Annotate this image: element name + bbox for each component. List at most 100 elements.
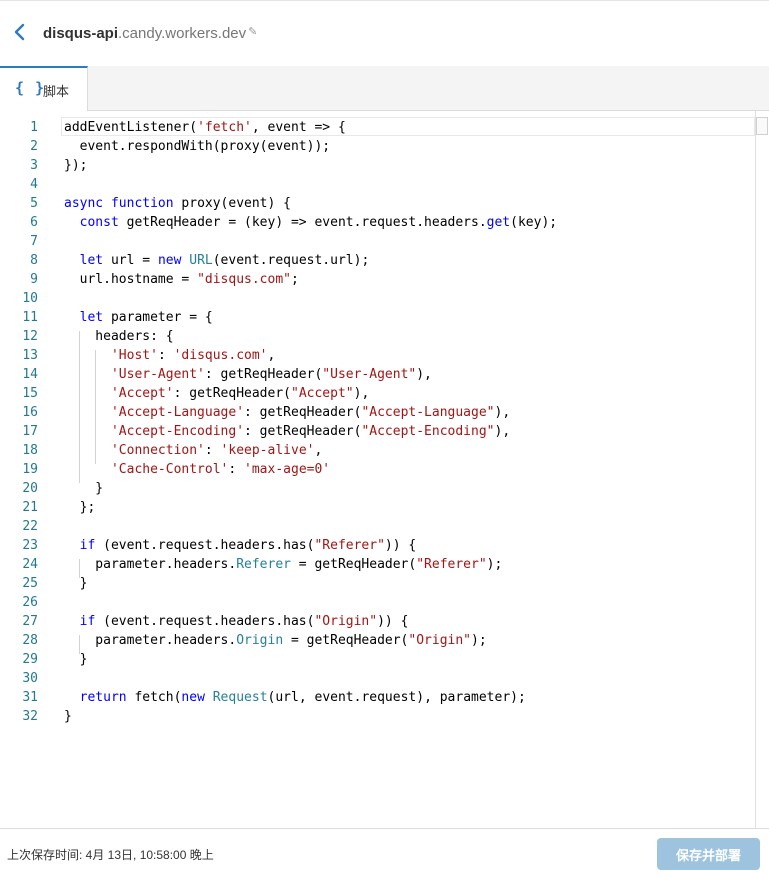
code-token: let [79,253,104,268]
line-number: 2 [30,139,38,154]
code-token: "Origin" [314,614,378,629]
code-token: "Accept-Language" [361,405,495,420]
indent-guide [95,350,96,464]
code-text: parameter.headers.Origin = getReqHeader(… [64,631,486,650]
code-text: let url = new URL(event.request.url); [64,251,370,270]
code-token: }); [64,158,88,173]
code-text: url.hostname = "disqus.com"; [64,270,299,289]
code-token: const [79,215,119,230]
code-text: } [64,650,88,669]
line-number: 1 [30,120,38,135]
indent-guide [79,559,80,578]
code-token: : getReqHeader( [173,386,291,401]
line-number: 19 [22,462,38,477]
line-number: 25 [22,576,38,591]
indent-guide [79,331,80,483]
code-token: }; [64,500,96,515]
code-token: 'disqus.com' [173,348,268,363]
code-token: "Origin" [408,633,472,648]
code-text: 'Accept': getReqHeader("Accept"), [64,384,369,403]
line-number: 30 [22,671,38,686]
line-number: 4 [30,177,38,192]
code-text: parameter.headers.Referer = getReqHeader… [64,555,502,574]
code-token: 'Connection' [110,443,205,458]
code-token: 'User-Agent' [110,367,205,382]
line-number: 17 [22,424,38,439]
code-token: ), [494,424,511,439]
code-token: , [314,443,323,458]
code-text: 'Connection': 'keep-alive', [64,441,322,460]
line-number: 15 [22,386,38,401]
code-editor[interactable]: 1 addEventListener('fetch', event => { 2 e… [0,111,769,828]
tab-script-label: 脚本 [43,84,70,99]
code-token: (event.request.url); [212,253,370,268]
code-token: : getReqHeader( [204,367,323,382]
code-token: getReqHeader = (key) => event.request.he… [118,215,487,230]
code-text: } [64,479,103,498]
code-token: function [110,196,174,211]
code-token: } [64,481,104,496]
code-token: ), [416,367,432,382]
line-number: 22 [22,519,38,534]
line-number: 23 [22,538,38,553]
code-text: return fetch(new Request(url, event.requ… [64,688,526,707]
back-button[interactable] [10,21,32,43]
tab-bar: { } 脚本 [0,66,769,112]
code-token: 'Accept-Language' [110,405,245,420]
code-token: fetch( [126,690,182,705]
code-token: ); [486,557,503,572]
line-number: 21 [22,500,38,515]
code-token: ), [494,405,511,420]
code-token: new [157,253,182,268]
code-token: addEventListener( [64,120,198,135]
editor-scrollbar[interactable] [755,111,769,828]
line-number: 11 [22,310,38,325]
code-text: 'Cache-Control': 'max-age=0' [64,460,330,479]
code-text: headers: { [64,327,174,346]
code-token: url = [103,253,158,268]
line-number: 24 [22,557,38,572]
code-token: return [79,690,127,705]
code-token: 'Cache-Control' [110,462,229,477]
save-and-deploy-button[interactable]: 保存并部署 [657,838,760,870]
code-token: 'Accept-Encoding' [110,424,245,439]
code-token: proxy(event) { [173,196,291,211]
footer: 上次保存时间: 4月 13日, 10:58:00 晚上 保存并部署 [0,828,769,876]
tab-script[interactable]: { } 脚本 [0,66,88,112]
code-token: "disqus.com" [197,272,291,287]
code-token: URL [189,253,213,268]
code-text: if (event.request.headers.has("Origin"))… [64,612,409,631]
code-text: 'User-Agent': getReqHeader("User-Agent")… [64,365,432,384]
code-token: headers: { [64,329,174,344]
code-text: event.respondWith(proxy(event)); [64,137,330,156]
worker-name: disqus-api [43,25,119,42]
code-token: let [79,310,104,325]
code-token: async [64,196,104,211]
code-token: "Referer" [416,557,487,572]
code-token: 'max-age=0' [244,462,331,477]
code-token: (event.request.headers.has( [95,614,315,629]
line-number: 13 [22,348,38,363]
code-text: addEventListener('fetch', event => { [64,118,346,137]
code-token: Request [212,690,268,705]
code-token: (url, event.request), parameter); [267,690,526,705]
pencil-icon[interactable]: ✎ [248,22,257,42]
line-number: 32 [22,709,38,724]
code-token: url.hostname = [64,272,198,287]
line-number: 7 [30,234,38,249]
code-text: }); [64,156,87,175]
code-text: async function proxy(event) { [64,194,291,213]
code-token: (key); [510,215,558,230]
code-text: } [64,574,88,593]
code-token: 'Accept' [110,386,174,401]
scrollbar-thumb[interactable] [756,117,768,135]
code-token: 'Host' [110,348,158,363]
